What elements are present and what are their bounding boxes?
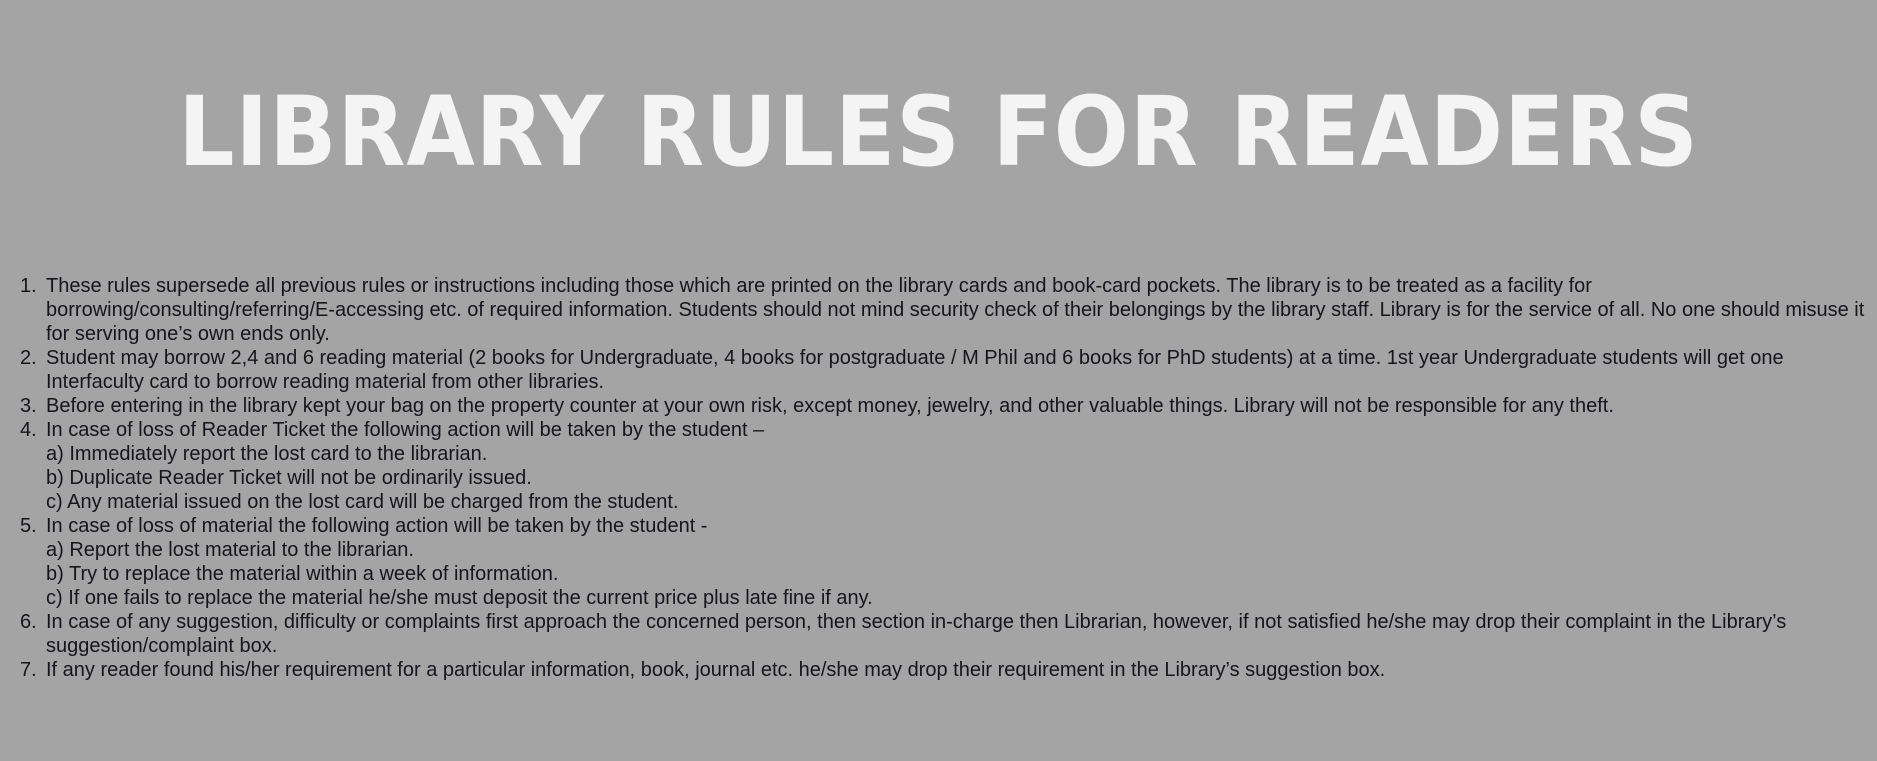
rule-text: Before entering in the library kept your… [46,395,1614,417]
rule-text: Student may borrow 2,4 and 6 reading mat… [46,347,1784,393]
rule-sub-item: b) Try to replace the material within a … [46,563,559,585]
rule-text: These rules supersede all previous rules… [46,275,1865,345]
rule-sub-item: a) Immediately report the lost card to t… [46,443,488,465]
rule-item: 5. In case of loss of material the follow… [20,514,1867,610]
rule-item: 2. Student may borrow 2,4 and 6 reading m… [20,346,1867,394]
rule-number: 5. [20,515,37,537]
rule-item: 6. In case of any suggestion, difficulty … [20,610,1867,658]
rule-item: 4. In case of loss of Reader Ticket the f… [20,418,1867,514]
rule-number: 1. [20,275,37,297]
rule-sub-item: b) Duplicate Reader Ticket will not be o… [46,467,532,489]
rule-number: 7. [20,659,37,681]
rule-item: 3. Before entering in the library kept yo… [20,394,1867,418]
rule-number: 6. [20,611,37,633]
rule-sub-item: c) Any material issued on the lost card … [46,491,679,513]
rule-item: 1. These rules supersede all previous rul… [20,274,1867,346]
page-title: LIBRARY RULES FOR READERS [178,76,1699,188]
rule-text: In case of loss of material the followin… [46,515,708,537]
rule-text: In case of any suggestion, difficulty or… [46,611,1787,657]
rule-number: 4. [20,419,37,441]
rule-sub-item: a) Report the lost material to the libra… [46,539,414,561]
rule-number: 2. [20,347,37,369]
rule-sub-item: c) If one fails to replace the material … [46,587,873,609]
rule-item: 7. If any reader found his/her requiremen… [20,658,1867,682]
rule-number: 3. [20,395,37,417]
rules-list: 1. These rules supersede all previous rul… [20,274,1867,682]
rule-text: If any reader found his/her requirement … [46,659,1386,681]
rule-text: In case of loss of Reader Ticket the fol… [46,419,765,441]
